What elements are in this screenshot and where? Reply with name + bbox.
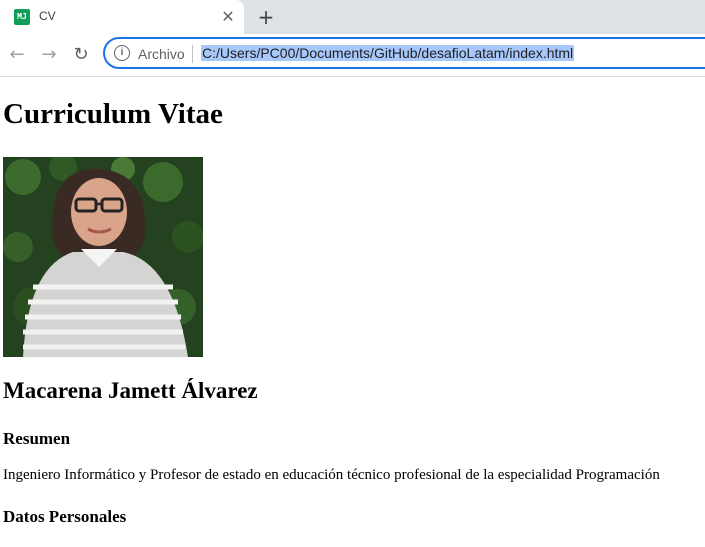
page-title: Curriculum Vitae: [3, 98, 223, 130]
forward-arrow-icon[interactable]: →: [37, 44, 61, 66]
profile-photo: [3, 157, 203, 357]
info-icon[interactable]: i: [114, 45, 130, 61]
address-bar[interactable]: i Archivo C:/Users/PC00/Documents/GitHub…: [103, 37, 705, 69]
profile-photo-image: [3, 157, 203, 357]
new-tab-icon[interactable]: +: [255, 6, 277, 28]
person-name: Macarena Jamett Álvarez: [3, 378, 258, 403]
datos-personales-heading: Datos Personales: [3, 507, 127, 526]
favicon-icon: MJ: [14, 9, 30, 25]
close-tab-icon[interactable]: ✕: [218, 7, 238, 27]
page-content: Curriculum Vitae Macarena Jamett Álvarez…: [0, 77, 705, 547]
omnibox-divider: [192, 45, 193, 63]
reload-icon[interactable]: ↻: [69, 44, 93, 66]
resumen-text: Ingeniero Informático y Profesor de esta…: [3, 467, 660, 483]
back-arrow-icon[interactable]: ←: [5, 44, 29, 66]
resumen-heading: Resumen: [3, 429, 71, 448]
tab-cv[interactable]: MJ CV ✕: [0, 0, 244, 34]
tab-title: CV: [39, 9, 56, 23]
url-text[interactable]: C:/Users/PC00/Documents/GitHub/desafioLa…: [201, 45, 575, 61]
scheme-label: Archivo: [138, 46, 185, 62]
tab-strip: MJ CV ✕ +: [0, 0, 705, 34]
browser-toolbar: ← → ↻ i Archivo C:/Users/PC00/Documents/…: [0, 34, 705, 77]
